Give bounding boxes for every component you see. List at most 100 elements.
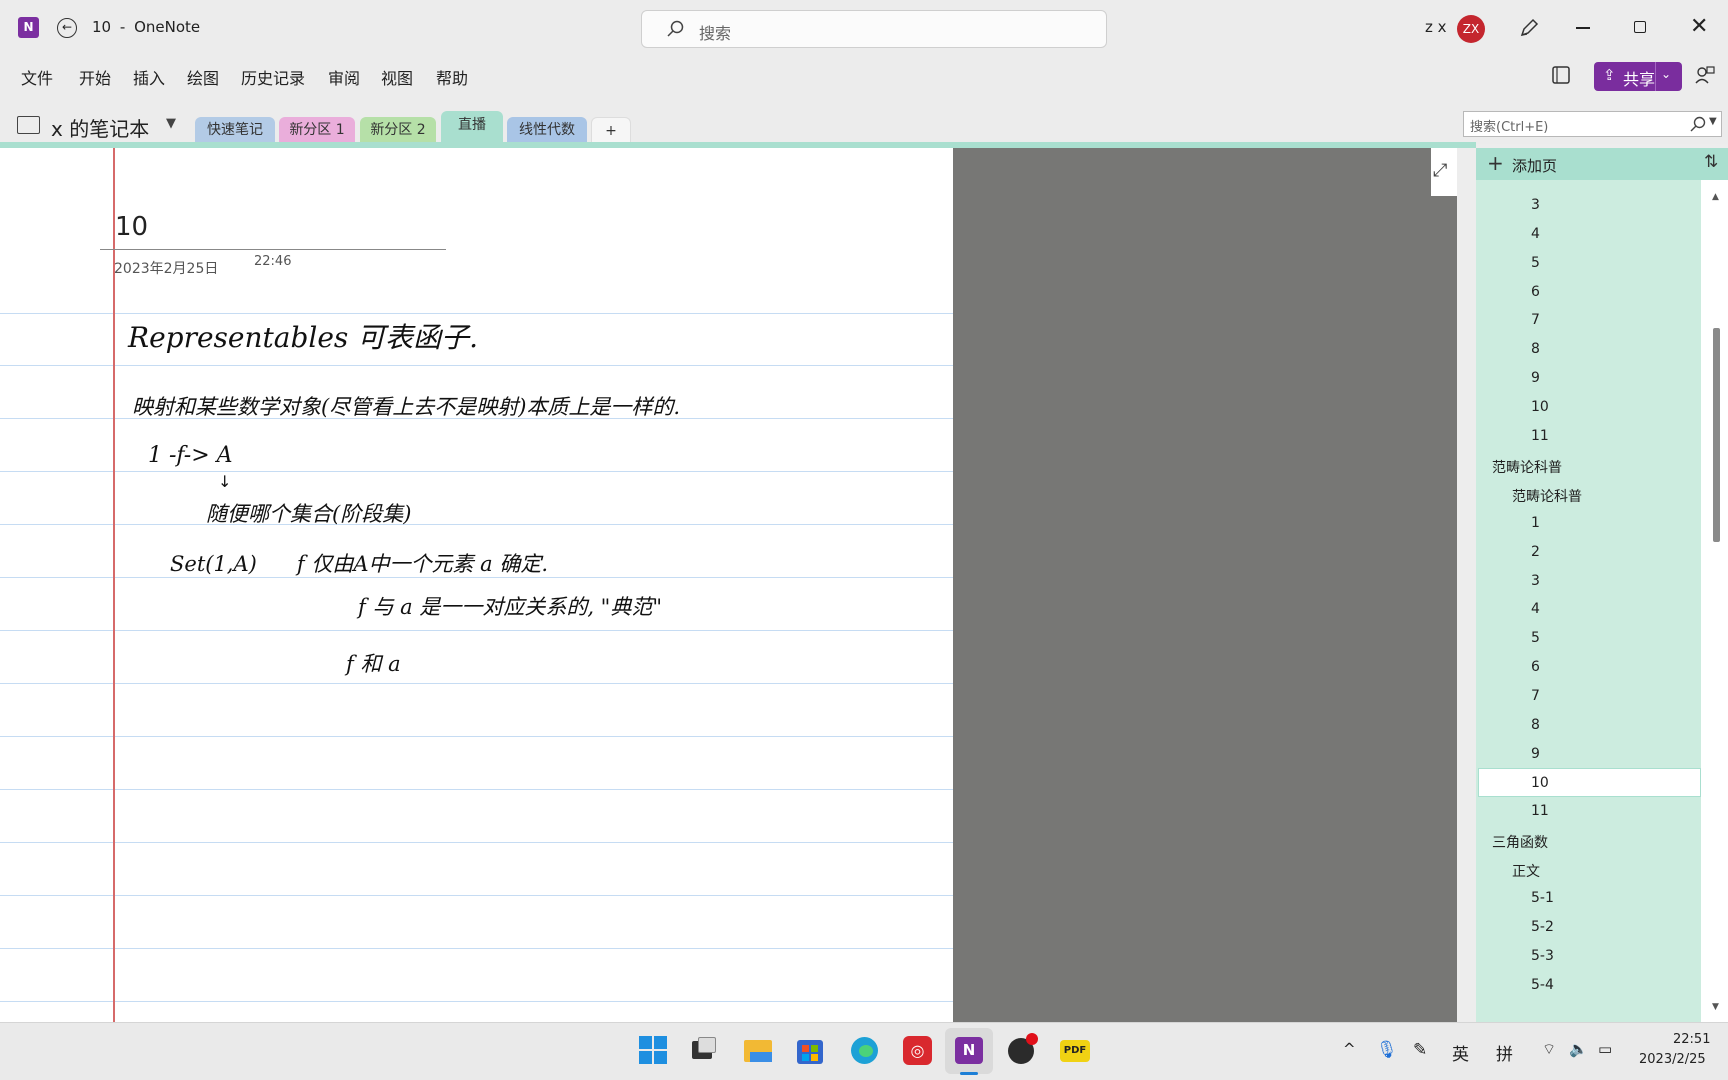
page-item[interactable]: 3 bbox=[1531, 573, 1540, 589]
page-item[interactable]: 11 bbox=[1531, 428, 1549, 444]
ime-language[interactable]: 英 bbox=[1452, 1040, 1469, 1065]
user-name[interactable]: z x bbox=[1425, 18, 1447, 36]
share-button[interactable]: ⇪ 共享 ⌄ bbox=[1594, 62, 1682, 91]
notebook-name[interactable]: x 的笔记本 bbox=[51, 113, 149, 142]
page-item[interactable]: 4 bbox=[1531, 601, 1540, 617]
page-item[interactable]: 5-1 bbox=[1531, 890, 1554, 906]
menu-history[interactable]: 历史记录 bbox=[241, 65, 305, 89]
scrollbar-thumb[interactable] bbox=[1713, 328, 1720, 542]
volume-icon[interactable]: 🔈 bbox=[1569, 1040, 1588, 1058]
menu-review[interactable]: 审阅 bbox=[328, 65, 360, 89]
page-item[interactable]: 11 bbox=[1531, 803, 1549, 819]
notebook-icon[interactable] bbox=[1550, 64, 1572, 86]
start-icon[interactable] bbox=[635, 1032, 671, 1068]
page-item[interactable]: 1 bbox=[1531, 515, 1540, 531]
scroll-down-icon[interactable]: ▼ bbox=[1712, 1002, 1719, 1012]
ink-line-mapping[interactable]: 映射和某些数学对象(尽管看上去不是映射)本质上是一样的. bbox=[132, 391, 680, 421]
add-page-button[interactable]: + 添加页 ⇅ bbox=[1476, 148, 1728, 180]
section-tab-new-1[interactable]: 新分区 1 bbox=[279, 117, 355, 142]
share-dropdown-chevron-icon[interactable]: ⌄ bbox=[1661, 67, 1671, 81]
pen-menu-icon[interactable]: ✎ bbox=[1413, 1040, 1427, 1060]
page-item[interactable]: 范畴论科普 bbox=[1492, 457, 1562, 477]
minimize-button[interactable] bbox=[1576, 27, 1590, 29]
page-item[interactable]: 正文 bbox=[1512, 861, 1540, 881]
file-explorer-icon[interactable] bbox=[740, 1032, 776, 1068]
microphone-icon[interactable]: 🎙 bbox=[1376, 1040, 1398, 1060]
netease-music-icon[interactable]: ◎ bbox=[899, 1032, 935, 1068]
store-icon[interactable] bbox=[792, 1032, 828, 1068]
section-tab-linear-algebra[interactable]: 线性代数 bbox=[507, 117, 587, 142]
page-canvas[interactable]: 10 2023年2月25日 22:46 Representables 可表函子.… bbox=[0, 148, 953, 1022]
page-title[interactable]: 10 bbox=[115, 212, 148, 242]
page-item[interactable]: 5-4 bbox=[1531, 977, 1554, 993]
onenote-taskbar-icon[interactable]: N bbox=[951, 1032, 987, 1068]
page-list-scrollbar[interactable]: ▲ ▼ bbox=[1710, 192, 1720, 1012]
page-item-selected[interactable]: 10 bbox=[1531, 775, 1549, 791]
avatar[interactable]: ZX bbox=[1457, 15, 1485, 43]
taskbar-time[interactable]: 22:51 bbox=[1673, 1032, 1710, 1047]
ink-line-bijection[interactable]: f 与 a 是一一对应关系的, "典范" bbox=[358, 591, 662, 621]
page-item[interactable]: 8 bbox=[1531, 717, 1540, 733]
ink-line-any-set[interactable]: 随便哪个集合(阶段集) bbox=[206, 498, 411, 528]
tray-overflow-chevron-icon[interactable]: ^ bbox=[1343, 1040, 1356, 1058]
section-tab-quick-notes[interactable]: 快速笔记 bbox=[195, 117, 275, 142]
page-item[interactable]: 7 bbox=[1531, 688, 1540, 704]
window-page-name: 10 bbox=[92, 18, 112, 36]
page-list bbox=[1476, 180, 1701, 1022]
page-search-input[interactable]: 搜索(Ctrl+E) ▼ bbox=[1463, 111, 1722, 137]
page-item[interactable]: 6 bbox=[1531, 659, 1540, 675]
notebook-picker-icon[interactable] bbox=[17, 116, 40, 134]
ime-mode[interactable]: 拼 bbox=[1496, 1040, 1513, 1065]
obs-icon[interactable] bbox=[1004, 1032, 1040, 1068]
pdf-reader-icon[interactable]: PDF bbox=[1057, 1032, 1093, 1068]
taskbar-date[interactable]: 2023/2/25 bbox=[1639, 1052, 1706, 1067]
wifi-icon[interactable]: ⌔ bbox=[1542, 1040, 1556, 1059]
page-item[interactable]: 7 bbox=[1531, 312, 1540, 328]
expand-page-button[interactable]: ⤢ bbox=[1431, 148, 1457, 196]
page-item[interactable]: 2 bbox=[1531, 544, 1540, 560]
scroll-up-icon[interactable]: ▲ bbox=[1712, 192, 1719, 202]
page-item[interactable]: 5-3 bbox=[1531, 948, 1554, 964]
search-input[interactable]: 搜索 bbox=[641, 10, 1107, 48]
menu-insert[interactable]: 插入 bbox=[133, 65, 165, 89]
pen-icon[interactable] bbox=[1518, 17, 1540, 39]
notebook-dropdown-chevron-icon[interactable]: ▼ bbox=[166, 116, 176, 131]
ink-line-f-and-a[interactable]: f 和 a bbox=[346, 648, 401, 678]
page-item[interactable]: 3 bbox=[1531, 197, 1540, 213]
search-scope-chevron-icon[interactable]: ▼ bbox=[1709, 116, 1717, 127]
battery-icon[interactable]: ▭ bbox=[1598, 1040, 1612, 1058]
page-item[interactable]: 5 bbox=[1531, 630, 1540, 646]
page-item[interactable]: 范畴论科普 bbox=[1512, 486, 1582, 506]
page-item[interactable]: 9 bbox=[1531, 746, 1540, 762]
page-item[interactable]: 5-2 bbox=[1531, 919, 1554, 935]
task-view-icon[interactable] bbox=[685, 1032, 721, 1068]
add-section-button[interactable]: + bbox=[591, 117, 631, 142]
title-underline bbox=[100, 249, 446, 250]
menu-draw[interactable]: 绘图 bbox=[187, 65, 219, 89]
ink-line-representables[interactable]: Representables 可表函子. bbox=[128, 316, 478, 356]
section-tab-live[interactable]: 直播 bbox=[441, 111, 503, 142]
title-separator: - bbox=[119, 18, 126, 36]
page-item[interactable]: 三角函数 bbox=[1492, 832, 1548, 852]
page-item[interactable]: 4 bbox=[1531, 226, 1540, 242]
page-item[interactable]: 5 bbox=[1531, 255, 1540, 271]
restore-button[interactable] bbox=[1634, 21, 1646, 33]
menu-home[interactable]: 开始 bbox=[79, 65, 111, 89]
page-item[interactable]: 10 bbox=[1531, 399, 1549, 415]
back-icon[interactable]: ← bbox=[57, 18, 77, 38]
menu-help[interactable]: 帮助 bbox=[436, 65, 468, 89]
expand-icon: ⤢ bbox=[1433, 160, 1448, 181]
page-item[interactable]: 9 bbox=[1531, 370, 1540, 386]
feedback-icon[interactable] bbox=[1694, 64, 1716, 86]
sort-pages-icon[interactable]: ⇅ bbox=[1704, 152, 1718, 172]
page-item[interactable]: 8 bbox=[1531, 341, 1540, 357]
edge-browser-icon[interactable] bbox=[846, 1032, 882, 1068]
page-item[interactable]: 6 bbox=[1531, 284, 1540, 300]
menu-file[interactable]: 文件 bbox=[21, 65, 53, 89]
close-button[interactable]: ✕ bbox=[1690, 14, 1708, 39]
section-tab-new-2[interactable]: 新分区 2 bbox=[360, 117, 436, 142]
ink-line-arrow[interactable]: 1 -f-> A bbox=[148, 443, 233, 468]
section-tab-label: 新分区 1 bbox=[289, 122, 345, 138]
menu-view[interactable]: 视图 bbox=[381, 65, 413, 89]
ink-line-set[interactable]: Set(1,A) f 仅由A中一个元素 a 确定. bbox=[170, 548, 548, 578]
